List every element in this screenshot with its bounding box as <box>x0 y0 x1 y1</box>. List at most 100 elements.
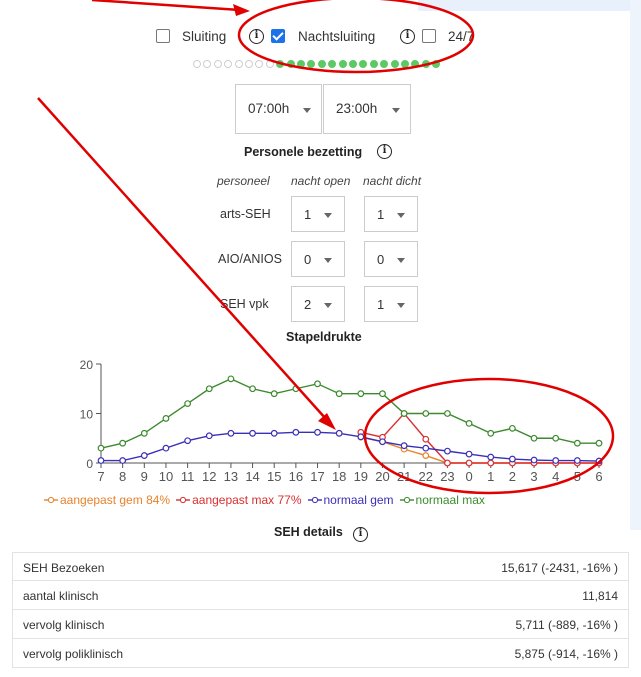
series-point-3 <box>270 390 278 398</box>
detail-row: vervolg klinisch 5,711 (-889, -16% ) <box>12 610 629 639</box>
series-point-2 <box>573 457 581 464</box>
nachtsluiting-info-icon[interactable]: i <box>400 29 415 44</box>
hour-dot <box>349 60 357 68</box>
x-tick-label: 17 <box>310 469 324 484</box>
hour-dot <box>286 60 295 68</box>
chevron-down-icon <box>397 258 405 263</box>
series-point-3 <box>357 390 365 398</box>
staffing-info-icon[interactable]: i <box>377 144 392 159</box>
series-point-2 <box>97 457 105 464</box>
top-panel-strip <box>418 0 641 11</box>
series-point-2 <box>140 452 148 459</box>
legend-marker-dot <box>403 496 410 504</box>
sluiting-checkbox[interactable] <box>156 29 170 43</box>
staff-night-closed-select[interactable]: 1 <box>364 286 418 322</box>
sluiting-info-icon[interactable]: i <box>249 29 264 44</box>
x-tick-label: 16 <box>289 469 303 484</box>
staff-night-open-select[interactable]: 2 <box>291 286 345 322</box>
series-point-2 <box>162 444 170 452</box>
staff-night-closed-select[interactable]: 0 <box>364 241 418 277</box>
legend-item[interactable]: aangepast max 77% <box>176 493 302 507</box>
x-tick-label: 0 <box>465 469 472 484</box>
series-point-3 <box>530 434 538 442</box>
series-point-1 <box>444 459 451 467</box>
detail-row: vervolg poliklinisch 5,875 (-914, -16% ) <box>12 639 629 668</box>
series-point-2 <box>508 455 516 463</box>
staff-night-closed-select[interactable]: 1 <box>364 196 418 232</box>
hour-dot <box>193 60 201 68</box>
chevron-down-icon <box>397 213 405 218</box>
close-time-select[interactable]: 23:00h <box>323 84 411 134</box>
x-tick-label: 2 <box>509 469 516 484</box>
x-tick-label: 1 <box>487 469 494 484</box>
col-header-night-open: nacht open <box>291 174 351 188</box>
legend-marker-dot <box>311 496 318 504</box>
series-point-3 <box>379 390 386 398</box>
staff-count-value: 0 <box>377 252 385 267</box>
series-line-0 <box>360 436 599 464</box>
x-tick-label: 15 <box>267 469 281 484</box>
always-open-checkbox[interactable] <box>422 29 436 43</box>
series-point-3 <box>335 390 343 398</box>
legend-marker-icon <box>44 496 58 504</box>
series-point-2 <box>379 438 386 446</box>
series-point-2 <box>335 429 343 437</box>
detail-value: 5,875 (-914, -16% ) <box>514 647 618 661</box>
staff-night-open-select[interactable]: 1 <box>291 196 345 232</box>
chevron-down-icon <box>324 258 332 263</box>
x-tick-label: 5 <box>574 469 581 484</box>
legend-label: aangepast max 77% <box>192 493 302 507</box>
x-tick-label: 13 <box>224 469 238 484</box>
series-point-2 <box>314 428 321 436</box>
series-point-1 <box>422 435 430 443</box>
series-point-3 <box>314 380 321 388</box>
staff-count-value: 2 <box>304 297 312 312</box>
staff-night-open-select[interactable]: 0 <box>291 241 345 277</box>
y-tick-label: 20 <box>80 358 94 372</box>
series-point-2 <box>205 432 213 440</box>
legend-item[interactable]: aangepast gem 84% <box>44 493 170 507</box>
series-point-3 <box>205 385 213 393</box>
nachtsluiting-label: Nachtsluiting <box>298 29 376 44</box>
col-header-role: personeel <box>217 174 270 188</box>
series-point-3 <box>552 434 560 442</box>
open-time-select[interactable]: 07:00h <box>235 84 322 134</box>
hour-dot <box>265 60 274 68</box>
series-point-3 <box>162 415 170 422</box>
legend-marker-icon <box>307 496 322 504</box>
x-tick-label: 6 <box>595 469 602 484</box>
x-tick-label: 4 <box>552 469 559 484</box>
series-point-3 <box>227 375 235 383</box>
nachtsluiting-checkbox[interactable] <box>271 29 285 43</box>
chart-legend: aangepast gem 84% aangepast max 77% normaa… <box>44 493 491 507</box>
hour-dot <box>338 60 347 68</box>
staff-count-value: 1 <box>304 207 312 222</box>
legend-item[interactable]: normaal gem <box>307 493 394 507</box>
series-point-2 <box>422 444 430 452</box>
series-point-3 <box>249 385 256 393</box>
series-point-3 <box>292 385 300 393</box>
staff-count-value: 0 <box>304 252 312 267</box>
detail-value: 5,711 (-889, -16% ) <box>515 618 619 632</box>
hour-dot <box>421 60 430 68</box>
always-open-label: 24/7 <box>448 29 475 44</box>
hour-dot <box>297 60 305 68</box>
staff-count-value: 1 <box>377 207 385 222</box>
annotation-arrow-line-top <box>91 0 241 12</box>
hour-dot <box>234 60 243 68</box>
hour-dot <box>203 60 212 68</box>
detail-label: SEH Bezoeken <box>23 561 105 575</box>
hour-dot <box>380 60 389 68</box>
y-tick-label: 0 <box>86 457 93 471</box>
hour-dot <box>328 60 337 68</box>
y-tick-label: 10 <box>80 408 94 422</box>
detail-value: 15,617 (-2431, -16% ) <box>501 561 618 575</box>
detail-value: 11,814 <box>582 589 618 603</box>
seh-details-info-icon[interactable]: i <box>353 527 368 542</box>
hour-dot <box>255 60 264 68</box>
legend-item[interactable]: normaal max <box>399 493 485 507</box>
open-time-value: 07:00h <box>248 101 290 116</box>
hour-dot <box>213 60 222 68</box>
series-point-2 <box>249 429 256 437</box>
x-tick-label: 12 <box>202 469 216 484</box>
